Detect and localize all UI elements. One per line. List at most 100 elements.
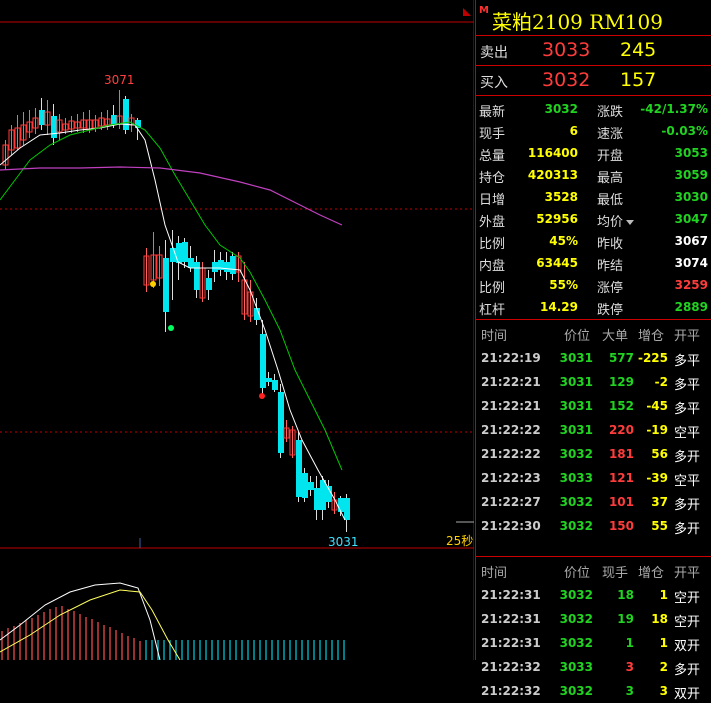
tick-type: 空开 [674,615,701,630]
tick-big: 101 [608,495,634,509]
tick-pos: 2 [659,660,668,674]
quote-label-text: 最低 [597,193,624,208]
candle-body [188,258,194,268]
buy-row[interactable]: 买入 3032 157 [476,66,711,95]
sell-volume: 245 [620,39,657,61]
tick-row[interactable]: 21:22:21 3031 152 -45 多平 [476,394,711,418]
tick-pos: 3 [659,684,668,698]
tick-type: 多平 [674,402,701,417]
quote-label: 跌停 [597,299,623,318]
tick-row[interactable]: 21:22:19 3031 577 -225 多平 [476,346,711,370]
candle-body [224,262,230,272]
quote-label: 外盘 [479,215,506,230]
quote-label-text: 跌停 [597,303,624,318]
tick-detail-row[interactable]: 21:22:31 3032 1 1 双开 [476,631,711,655]
candlestick-chart[interactable]: 3071 3031 25秒 [0,0,474,660]
tick-big: 129 [608,375,634,389]
tick2-header-type: 开平 [674,566,701,581]
corner-marker [463,8,471,16]
tick-header-time: 时间 [481,329,508,344]
tick-big: 152 [608,399,634,413]
sell-row[interactable]: 卖出 3033 245 [476,36,711,65]
tick-type: 双开 [674,687,701,702]
quote-value: 45% [549,234,578,248]
tick-pos: 37 [651,495,668,509]
quote-value: -0.03% [661,124,708,138]
tick-type: 空平 [674,474,701,489]
tick-time: 21:22:27 [481,495,541,509]
quote-label: 涨跌 [597,101,623,120]
tick2-header-time: 时间 [481,566,508,581]
tick-price: 3033 [559,660,593,674]
tick-row[interactable]: 21:22:27 3032 101 37 多开 [476,490,711,514]
dropdown-arrow-icon[interactable] [626,220,635,225]
tick-time: 21:22:31 [481,636,541,650]
tick-time: 21:22:22 [481,447,541,461]
tick-row[interactable]: 21:22:22 3031 220 -19 空平 [476,418,711,442]
tick-price: 3033 [559,471,593,485]
quote-row: 比例 55% 涨停 3259 [476,274,711,296]
tick-header: 时间 价位 大单 增仓 开平 [476,320,711,346]
tick-type: 空开 [674,591,701,606]
tick-price: 3032 [559,495,593,509]
tick-pos: -45 [646,399,668,413]
candle-body [163,258,169,312]
quote-label: 杠杆 [479,303,506,318]
tick-price: 3032 [559,684,593,698]
quote-value: 6 [569,124,578,138]
tick-row[interactable]: 21:22:22 3032 181 56 多开 [476,442,711,466]
tick-time: 21:22:21 [481,375,541,389]
tick-volume: 18 [617,588,634,602]
tick-detail-header: 时间 价位 现手 增仓 开平 [476,557,711,583]
quote-row: 比例 45% 昨收 3067 [476,230,711,252]
tick-detail-row[interactable]: 21:22:32 3032 3 3 双开 [476,679,711,703]
candle-body [338,498,344,512]
quote-label-text: 涨停 [597,281,624,296]
quote-label-text: 均价 [597,215,624,230]
tick2-header-pos: 增仓 [638,566,665,581]
tick-type: 双开 [674,639,701,654]
tick-volume: 3 [625,660,634,674]
tick-row[interactable]: 21:22:30 3032 150 55 多开 [476,514,711,538]
tick-detail-list[interactable]: 时间 价位 现手 增仓 开平 21:22:31 3032 18 1 空开 21:22:31… [476,557,711,702]
tick-time: 21:22:21 [481,399,541,413]
quote-value: 3067 [674,234,708,248]
tick-price: 3032 [559,588,593,602]
tick-time: 21:22:23 [481,471,541,485]
chart-canvas[interactable]: 3071 3031 25秒 [0,0,474,660]
tick-header-type: 开平 [674,329,701,344]
tick-list[interactable]: 时间 价位 大单 增仓 开平 21:22:19 3031 577 -225 多平 21:2… [476,320,711,557]
tick-detail-row[interactable]: 21:22:31 3032 18 1 空开 [476,583,711,607]
candle-body [278,392,284,453]
tick-row[interactable]: 21:22:21 3031 129 -2 多平 [476,370,711,394]
tick-pos: 1 [659,588,668,602]
tick-price: 3032 [559,447,593,461]
sell-price[interactable]: 3033 [542,39,590,61]
tick-big: 577 [608,351,634,365]
candle-body [302,473,308,498]
candle-body [320,480,326,510]
quote-label: 总量 [479,149,506,164]
quote-value: 3047 [674,212,708,226]
quote-label: 现手 [479,127,506,142]
tick-price: 3032 [559,519,593,533]
countdown-label: 25秒 [446,534,473,548]
buy-price[interactable]: 3032 [542,69,590,91]
tick-price: 3032 [559,636,593,650]
candle-body [111,115,117,125]
candle-body [272,380,278,390]
candle-body [182,242,188,262]
tick-pos: -225 [637,351,668,365]
quote-value: 420313 [527,168,578,182]
candle-body [123,99,129,130]
quote-label-text: 昨结 [597,259,624,274]
candle-body [266,378,272,382]
quote-label: 昨收 [597,233,623,252]
quote-value: 116400 [527,146,578,160]
buy-label: 买入 [480,75,508,91]
tick-row[interactable]: 21:22:23 3033 121 -39 空平 [476,466,711,490]
sell-label: 卖出 [480,45,508,61]
tick-detail-row[interactable]: 21:22:32 3033 3 2 多开 [476,655,711,679]
quote-label[interactable]: 均价 [597,211,635,230]
tick-detail-row[interactable]: 21:22:31 3032 19 18 空开 [476,607,711,631]
